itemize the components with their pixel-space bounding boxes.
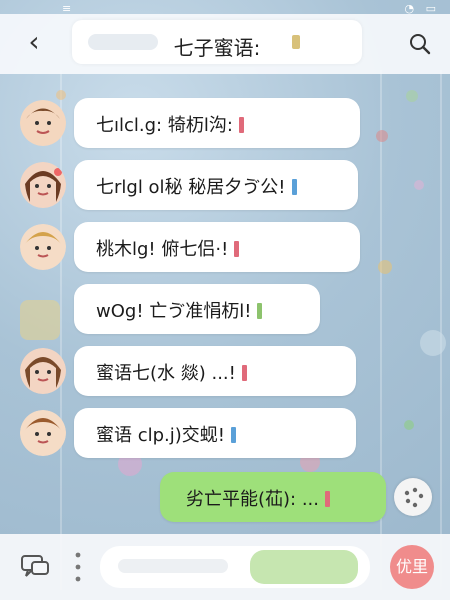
message-text: 七rlgl ol秘 秘居夕ゔ公! [96, 173, 297, 199]
avatar[interactable] [20, 348, 66, 394]
input-bar: 优里 [0, 534, 450, 600]
emoji-mark [241, 365, 247, 381]
more-options-icon[interactable] [394, 478, 432, 516]
input-suggestion-blur [250, 550, 358, 584]
chevron-left-icon[interactable]: ‹ [20, 28, 48, 56]
vertical-dots-icon[interactable] [74, 550, 82, 584]
avatar[interactable] [20, 224, 66, 270]
emoji-mark [231, 427, 237, 443]
message-row: 蜜语 clp.j)交蚬! [0, 408, 450, 458]
message-text: 蜜语 clp.j)交蚬! [96, 421, 237, 447]
emoji-mark [234, 241, 240, 257]
message-bubble[interactable]: 蜜语 clp.j)交蚬! [74, 408, 356, 458]
message-bubble[interactable]: wΟg! 亡ゔ准悁杤l! [74, 284, 320, 334]
send-button[interactable]: 优里 [390, 545, 434, 589]
chat-screen: ≡ ◔ ▭ ‹ 七子蜜语: 七ılcl.g: 犄杤l沟: 七rlgl ol秘 秘… [0, 0, 450, 600]
message-bubble[interactable]: 桃木lg! 俯七侣·! [74, 222, 360, 272]
message-row: 七ılcl.g: 犄杤l沟: [0, 98, 450, 148]
my-message-bubble[interactable]: 劣亡平能(苮): ... [160, 472, 386, 522]
message-row: 桃木lg! 俯七侣·! [0, 222, 450, 272]
emoji-mark [238, 117, 244, 133]
input-placeholder-blur [118, 559, 228, 573]
avatar[interactable] [20, 162, 66, 208]
message-bubble[interactable]: 七rlgl ol秘 秘居夕ゔ公! [74, 160, 358, 210]
my-message-text: 劣亡平能(苮): ... [186, 485, 330, 511]
chat-header: ‹ 七子蜜语: [0, 14, 450, 74]
message-text: 蜜语七(水 燚) ...! [96, 359, 247, 385]
message-bubble[interactable]: 蜜语七(水 燚) ...! [74, 346, 356, 396]
message-bubble[interactable]: 七ılcl.g: 犄杤l沟: [74, 98, 360, 148]
message-input[interactable] [100, 546, 370, 588]
chat-title: 七子蜜语: [173, 36, 261, 60]
title-pill: 七子蜜语: [72, 20, 362, 64]
message-row: 蜜语七(水 燚) ...! [0, 346, 450, 396]
emoji-mark [325, 491, 330, 507]
emoji-mark [257, 303, 263, 319]
message-text: wΟg! 亡ゔ准悁杤l! [96, 297, 263, 323]
message-row: wΟg! 亡ゔ准悁杤l! [0, 284, 450, 334]
emoji-mark [291, 179, 297, 195]
chat-bubble-icon[interactable] [20, 552, 50, 582]
message-row: 七rlgl ol秘 秘居夕ゔ公! [0, 160, 450, 210]
message-text: 七ılcl.g: 犄杤l沟: [96, 111, 244, 137]
search-icon[interactable] [408, 32, 432, 56]
title-indicator [292, 35, 300, 49]
avatar[interactable] [20, 410, 66, 456]
avatar[interactable] [20, 100, 66, 146]
message-text: 桃木lg! 俯七侣·! [96, 235, 240, 261]
